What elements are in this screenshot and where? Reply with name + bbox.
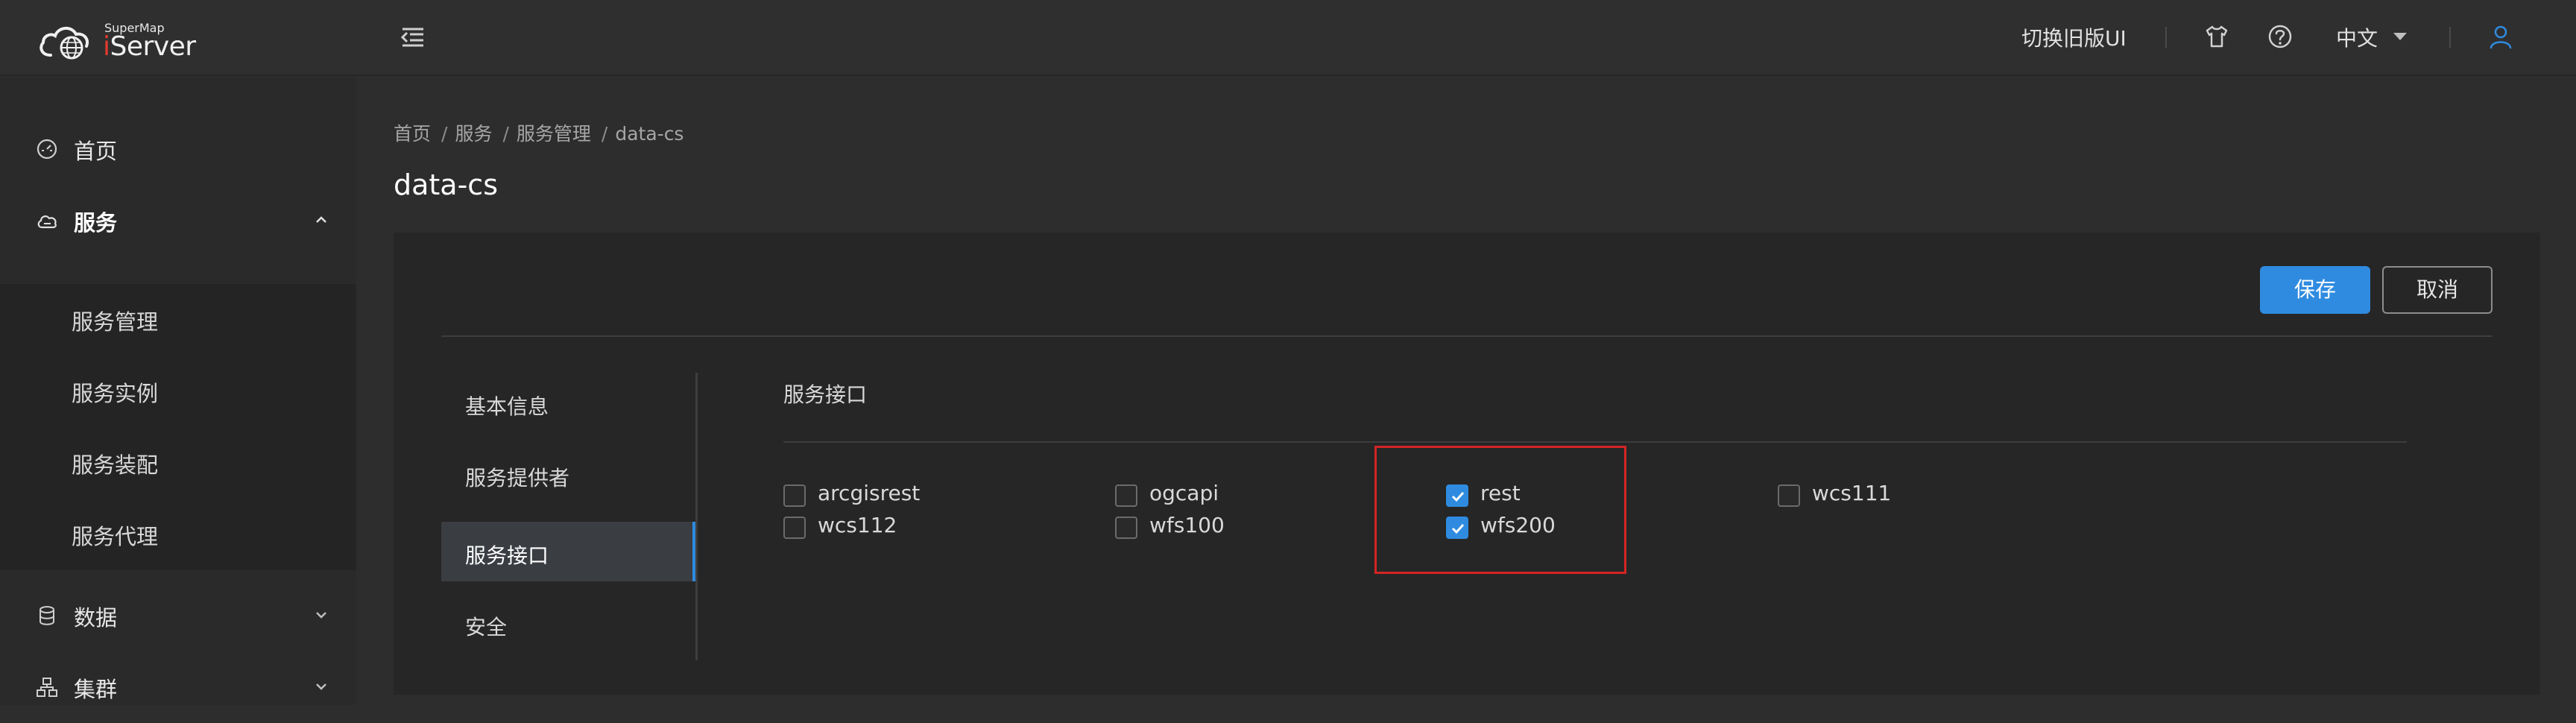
sidebar-subitem-label: 服务装配 bbox=[72, 452, 159, 478]
cancel-button[interactable]: 取消 bbox=[2382, 266, 2493, 314]
checkbox-label: wcs111 bbox=[1812, 481, 1892, 505]
checkbox-label: wfs100 bbox=[1149, 513, 1225, 537]
tab-label: 服务接口 bbox=[465, 543, 549, 568]
checkbox-box[interactable] bbox=[1778, 484, 1800, 507]
sidebar-item-data[interactable]: 数据 bbox=[0, 580, 356, 651]
chevron-down-icon[interactable] bbox=[2393, 33, 2407, 40]
sidebar-subitem-label: 服务管理 bbox=[72, 309, 159, 335]
breadcrumb-service-management[interactable]: 服务管理 bbox=[517, 123, 591, 145]
help-icon[interactable] bbox=[2267, 24, 2293, 49]
chevron-down-icon bbox=[316, 612, 326, 619]
sidebar-item-services[interactable]: 服务 bbox=[0, 185, 356, 256]
logo-product-text: iServer bbox=[103, 31, 196, 62]
tab-service-provider[interactable]: 服务提供者 bbox=[441, 444, 695, 504]
supermap-iserver-logo[interactable]: SuperMap iServer bbox=[37, 18, 201, 63]
breadcrumb: 首页 / 服务 / 服务管理 / data-cs bbox=[394, 119, 691, 146]
cloud-globe-icon bbox=[40, 27, 89, 60]
checkbox-label: wcs112 bbox=[818, 513, 897, 537]
skin-icon[interactable] bbox=[2204, 24, 2229, 49]
save-button[interactable]: 保存 bbox=[2260, 266, 2370, 314]
checkbox-box[interactable] bbox=[1115, 484, 1137, 507]
sidebar-subitem-label: 服务实例 bbox=[72, 381, 159, 406]
breadcrumb-separator: / bbox=[502, 123, 509, 145]
checkbox-box[interactable] bbox=[783, 484, 806, 507]
tab-label: 安全 bbox=[465, 615, 508, 640]
sidebar-subitem-service-management[interactable]: 服务管理 bbox=[0, 284, 356, 356]
settings-tabs: 基本信息 服务提供者 服务接口 安全 bbox=[441, 373, 698, 660]
checkbox-box[interactable] bbox=[1115, 517, 1137, 539]
switch-old-ui-link[interactable]: 切换旧版UI bbox=[2021, 22, 2127, 52]
dashboard-icon bbox=[37, 139, 57, 160]
breadcrumb-current: data-cs bbox=[615, 123, 684, 145]
sidebar-item-label: 集群 bbox=[74, 677, 118, 702]
top-header: SuperMap iServer 切换旧版UI 中文 bbox=[0, 0, 2576, 76]
sidebar-subitem-service-assembly[interactable]: 服务装配 bbox=[0, 427, 356, 499]
logo-server-text: Server bbox=[110, 31, 197, 62]
red-highlight-annotation bbox=[1374, 446, 1626, 574]
user-icon[interactable] bbox=[2488, 24, 2513, 49]
header-divider bbox=[2165, 27, 2167, 48]
divider bbox=[441, 335, 2493, 337]
tab-label: 服务提供者 bbox=[465, 466, 570, 490]
cloud-icon bbox=[37, 215, 57, 229]
sidebar-subitem-service-instances[interactable]: 服务实例 bbox=[0, 356, 356, 427]
sidebar-item-label: 数据 bbox=[74, 605, 118, 631]
breadcrumb-separator: / bbox=[441, 123, 448, 145]
section-title: 服务接口 bbox=[783, 382, 868, 407]
tab-basic-info[interactable]: 基本信息 bbox=[441, 373, 695, 432]
header-divider-2 bbox=[2449, 27, 2451, 48]
breadcrumb-separator: / bbox=[601, 123, 608, 145]
checkbox-label: arcgisrest bbox=[818, 481, 921, 505]
chevron-up-icon bbox=[316, 216, 326, 223]
services-submenu: 服务管理 服务实例 服务装配 服务代理 bbox=[0, 284, 356, 570]
cluster-icon bbox=[37, 678, 57, 697]
breadcrumb-services[interactable]: 服务 bbox=[455, 123, 492, 145]
page-title: data-cs bbox=[394, 168, 498, 201]
breadcrumb-home[interactable]: 首页 bbox=[394, 123, 431, 145]
checkbox-label: ogcapi bbox=[1149, 481, 1219, 505]
logo-i-letter: i bbox=[103, 31, 110, 62]
language-select[interactable]: 中文 bbox=[2336, 22, 2378, 52]
sidebar-subitem-service-proxy[interactable]: 服务代理 bbox=[0, 499, 356, 570]
tab-label: 基本信息 bbox=[465, 394, 549, 419]
database-icon bbox=[40, 606, 54, 625]
sidebar-item-cluster[interactable]: 集群 bbox=[0, 651, 356, 723]
menu-fold-icon[interactable] bbox=[400, 25, 426, 50]
sidebar-subitem-label: 服务代理 bbox=[72, 524, 159, 549]
chevron-down-icon bbox=[316, 683, 326, 690]
sidebar-item-label: 首页 bbox=[74, 139, 118, 164]
tab-service-interface[interactable]: 服务接口 bbox=[441, 522, 695, 581]
sidebar-item-home[interactable]: 首页 bbox=[0, 113, 356, 185]
sidebar: 首页 服务 服务管理 服务实例 服务装配 服务代理 数据 集群 bbox=[0, 78, 356, 705]
checkbox-box[interactable] bbox=[783, 517, 806, 539]
tab-security[interactable]: 安全 bbox=[441, 593, 695, 653]
sidebar-item-label: 服务 bbox=[74, 210, 118, 236]
section-divider bbox=[783, 441, 2407, 443]
